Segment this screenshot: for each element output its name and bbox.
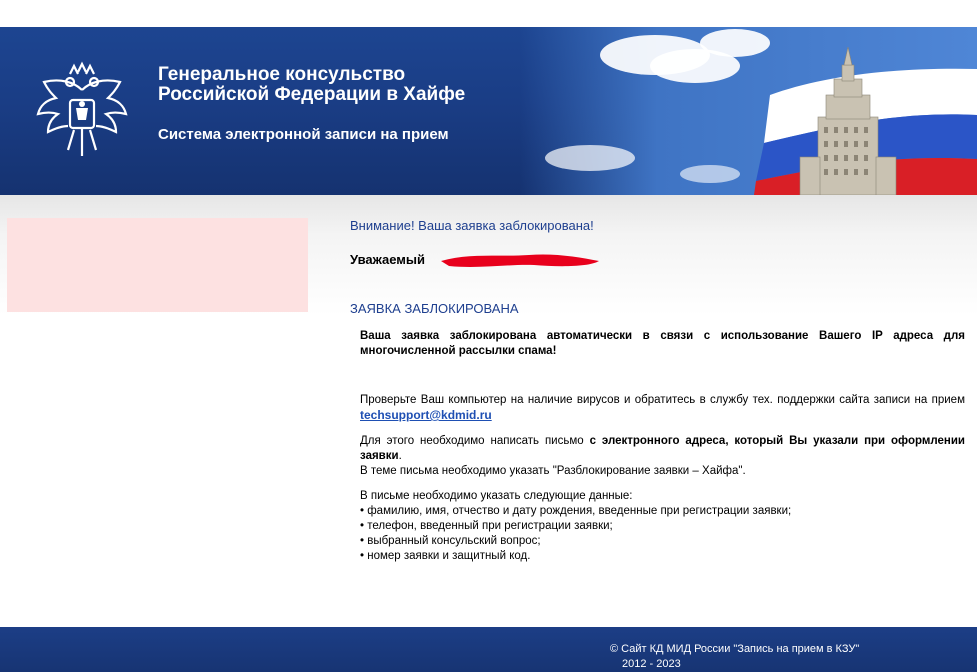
greeting-text: Уважаемый [350, 252, 426, 267]
header-title-line2: Российской Федерации в Хайфе [158, 84, 466, 105]
header-title-line1: Генеральное консульство [158, 64, 406, 85]
footer-text: © Сайт КД МИД России "Запись на прием в … [610, 642, 859, 672]
cloud [545, 145, 635, 171]
support-email-link[interactable]: techsupport@kdmid.ru [360, 408, 492, 422]
site-header: Генеральное консульство Российской Федер… [0, 27, 977, 195]
header-title: Генеральное консульство Российской Федер… [158, 65, 578, 105]
cloud [680, 165, 740, 183]
list-item: • телефон, введенный при регистрации зая… [360, 520, 613, 532]
write-paragraph: Для этого необходимо написать письмо с э… [360, 434, 965, 479]
list-item: • номер заявки и защитный код. [360, 550, 531, 562]
russian-flag-building-image [754, 47, 977, 195]
footer-copyright: © Сайт КД МИД России "Запись на прием в … [610, 643, 860, 655]
list-item: • фамилию, имя, отчество и дату рождения… [360, 505, 792, 517]
check-paragraph: Проверьте Ваш компьютер на наличие вирус… [360, 393, 965, 424]
write-text-2: В теме письма необходимо указать "Разбло… [360, 465, 746, 477]
section-title: ЗАЯВКА ЗАБЛОКИРОВАНА [350, 301, 519, 316]
main-content: Внимание! Ваша заявка заблокирована! Ува… [350, 218, 966, 564]
data-paragraph: В письме необходимо указать следующие да… [360, 489, 965, 564]
check-text: Проверьте Ваш компьютер на наличие вирус… [360, 394, 965, 406]
double-headed-eagle-icon [36, 61, 128, 156]
blocked-paragraph: Ваша заявка заблокирована автоматически … [360, 330, 965, 357]
data-intro: В письме необходимо указать следующие да… [360, 490, 633, 502]
footer-years: 2012 - 2023 [622, 658, 681, 670]
top-strip [0, 0, 977, 27]
write-text-1: Для этого необходимо написать письмо [360, 435, 584, 447]
list-item: • выбранный консульский вопрос; [360, 535, 541, 547]
write-text-dot: . [398, 450, 402, 462]
left-panel [7, 218, 308, 312]
header-subtitle: Система электронной записи на прием [158, 126, 449, 143]
redaction-mark [441, 254, 599, 267]
site-footer: © Сайт КД МИД России "Запись на прием в … [0, 627, 977, 672]
alert-title: Внимание! Ваша заявка заблокирована! [350, 218, 594, 233]
greeting: Уважаемый [350, 252, 966, 270]
